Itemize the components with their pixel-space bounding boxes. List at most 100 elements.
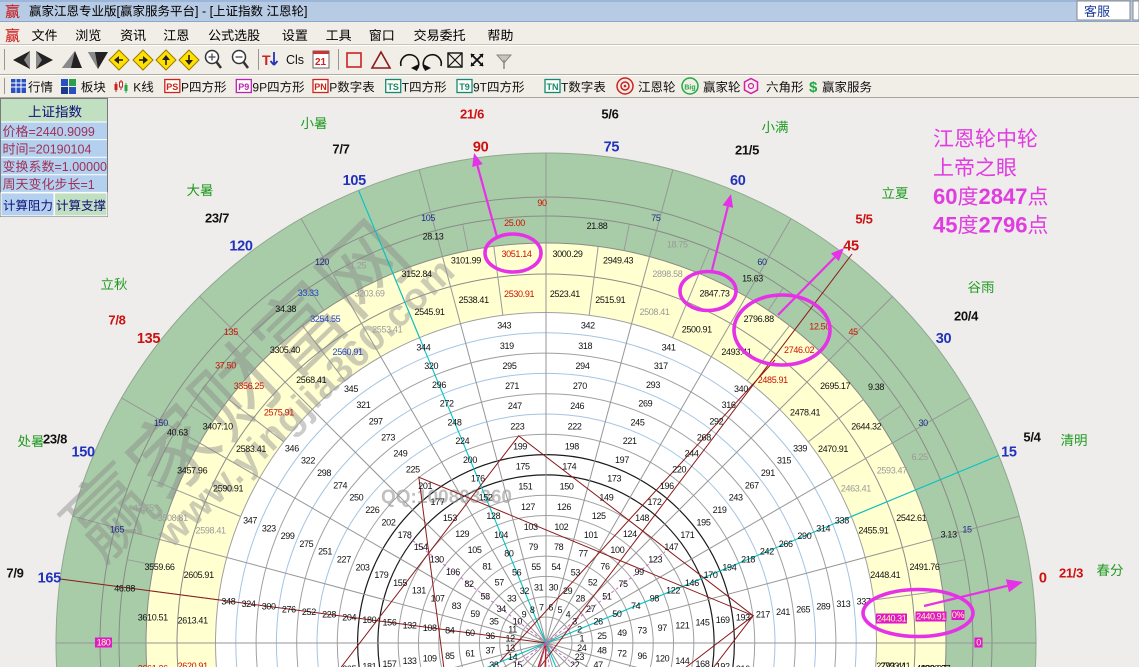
svg-text:60: 60 (465, 628, 475, 638)
svg-text:194: 194 (722, 562, 736, 572)
svg-text:218: 218 (741, 555, 755, 565)
svg-text:2560.91: 2560.91 (333, 347, 363, 357)
svg-text:50: 50 (612, 609, 622, 619)
svg-text:248: 248 (448, 417, 462, 427)
svg-text:146: 146 (685, 578, 699, 588)
svg-text:178: 178 (398, 530, 412, 540)
svg-text:0%: 0% (952, 610, 965, 620)
svg-text:2553.41: 2553.41 (372, 324, 402, 334)
svg-text:200: 200 (463, 455, 477, 465)
svg-text:5/6: 5/6 (601, 107, 618, 122)
svg-text:290: 290 (797, 531, 811, 541)
svg-text:169: 169 (716, 615, 730, 625)
svg-text:2598.41: 2598.41 (196, 526, 226, 536)
svg-text:90: 90 (473, 139, 489, 155)
svg-text:276: 276 (282, 604, 296, 614)
svg-text:273: 273 (381, 432, 395, 442)
svg-text:274: 274 (333, 480, 347, 490)
svg-text:51: 51 (602, 592, 612, 602)
svg-text:220: 220 (672, 465, 686, 475)
svg-text:2: 2 (577, 624, 582, 634)
svg-text:2796: 2796 (979, 213, 1028, 238)
svg-text:198: 198 (565, 441, 579, 451)
svg-text:5: 5 (557, 605, 562, 615)
svg-text:193: 193 (736, 612, 750, 622)
svg-text:20/4: 20/4 (954, 309, 979, 324)
svg-text:120: 120 (229, 239, 253, 255)
svg-text:Big: Big (684, 85, 695, 92)
svg-text:225: 225 (406, 465, 420, 475)
svg-text:147: 147 (664, 542, 678, 552)
svg-text:103: 103 (524, 522, 538, 532)
svg-text:30: 30 (936, 331, 952, 347)
svg-text:294: 294 (576, 361, 590, 371)
svg-text:6: 6 (548, 602, 553, 612)
svg-text:228: 228 (322, 610, 336, 620)
svg-text:2455.91: 2455.91 (858, 526, 888, 536)
svg-text:12: 12 (506, 634, 516, 644)
svg-text:2746.02: 2746.02 (784, 345, 814, 355)
svg-text:97: 97 (658, 623, 668, 633)
svg-text:196: 196 (660, 481, 674, 491)
svg-text:247: 247 (508, 401, 522, 411)
svg-text:]: ] (304, 5, 307, 19)
svg-text:3559.66: 3559.66 (144, 562, 174, 572)
svg-text:2538.41: 2538.41 (459, 295, 489, 305)
svg-text:P: P (181, 81, 189, 95)
svg-text:2695.17: 2695.17 (820, 381, 850, 391)
svg-text:99: 99 (634, 567, 644, 577)
svg-text:3: 3 (572, 616, 577, 626)
svg-text:25.00: 25.00 (504, 218, 525, 228)
svg-text:3457.96: 3457.96 (177, 466, 207, 476)
svg-text:132: 132 (403, 620, 417, 630)
svg-text:246: 246 (570, 401, 584, 411)
svg-text:60: 60 (933, 184, 957, 209)
svg-text:2508.41: 2508.41 (639, 307, 669, 317)
svg-text:105: 105 (468, 545, 482, 555)
svg-text:201: 201 (418, 481, 432, 491)
svg-text:2847.73: 2847.73 (699, 289, 729, 299)
svg-text:105: 105 (421, 213, 435, 223)
svg-text:29: 29 (563, 586, 573, 596)
svg-text:60: 60 (730, 173, 746, 189)
svg-text:104: 104 (494, 530, 508, 540)
svg-text:314: 314 (816, 523, 830, 533)
svg-text:2515.91: 2515.91 (595, 295, 625, 305)
svg-text:135: 135 (224, 327, 238, 337)
svg-text:38: 38 (489, 660, 499, 667)
svg-text:318: 318 (578, 341, 592, 351)
svg-text:102: 102 (554, 522, 568, 532)
svg-text:2440.31: 2440.31 (877, 614, 907, 624)
svg-text:120: 120 (315, 257, 329, 267)
svg-text:2605.91: 2605.91 (184, 570, 214, 580)
svg-text:7/9: 7/9 (6, 566, 23, 581)
svg-text:15: 15 (1001, 444, 1017, 460)
svg-text:174: 174 (562, 462, 576, 472)
svg-text:45: 45 (843, 239, 859, 255)
svg-text:170: 170 (704, 570, 718, 580)
svg-text:128: 128 (486, 511, 500, 521)
svg-text:2463.41: 2463.41 (841, 483, 871, 493)
svg-text:K: K (133, 81, 141, 95)
svg-text:4: 4 (566, 610, 571, 620)
svg-text:265: 265 (796, 604, 810, 614)
svg-text:7: 7 (539, 602, 544, 612)
svg-text:27: 27 (586, 604, 596, 614)
svg-text:150: 150 (154, 418, 168, 428)
svg-text:9: 9 (522, 610, 527, 620)
svg-text:Cls: Cls (286, 53, 304, 67)
svg-text:204: 204 (342, 612, 356, 622)
svg-text:78: 78 (554, 542, 564, 552)
svg-text:75: 75 (618, 579, 628, 589)
svg-text:T: T (402, 81, 410, 95)
svg-text:73: 73 (638, 626, 648, 636)
svg-text:28.13: 28.13 (423, 232, 444, 242)
svg-text:47: 47 (593, 660, 603, 667)
svg-text:348: 348 (221, 596, 235, 606)
svg-text:2583.41: 2583.41 (236, 444, 266, 454)
svg-text:55: 55 (531, 562, 541, 572)
svg-text:2440.91: 2440.91 (916, 612, 946, 622)
svg-text:59: 59 (470, 609, 480, 619)
svg-text:227: 227 (337, 555, 351, 565)
svg-text:58: 58 (480, 592, 490, 602)
